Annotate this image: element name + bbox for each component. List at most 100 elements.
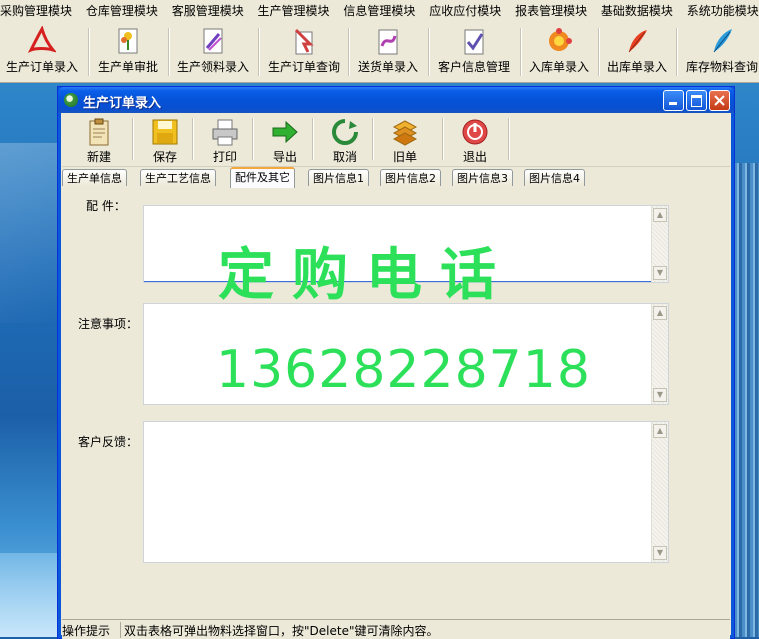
desktop-decoration	[734, 163, 759, 637]
toolbar-separator	[258, 28, 260, 76]
tab-strip: 生产单信息 生产工艺信息 配件及其它 图片信息1 图片信息2 图片信息3 图片信…	[62, 167, 730, 188]
toolbar-button-production-order-query[interactable]: 生产订单查询	[264, 24, 344, 78]
menu-item-reports[interactable]: 报表管理模块	[509, 0, 593, 22]
doc-pen-icon	[203, 28, 223, 54]
scrollbar[interactable]: ▲ ▼	[651, 206, 668, 282]
scroll-down-icon[interactable]: ▼	[653, 388, 667, 402]
export-button[interactable]: 导出	[256, 116, 314, 164]
cancel-label: 取消	[332, 150, 357, 164]
exit-label: 退出	[462, 150, 487, 164]
close-button[interactable]	[709, 90, 730, 111]
cancel-button[interactable]: 取消	[316, 116, 374, 164]
scrollbar[interactable]: ▲ ▼	[651, 422, 668, 562]
menu-item-purchase[interactable]: 采购管理模块	[0, 0, 78, 22]
toolbar-separator	[252, 118, 254, 160]
status-bar: 操作提示 双击表格可弹出物料选择窗口，按"Delete"键可清除内容。	[62, 619, 730, 639]
menu-item-base-data[interactable]: 基础数据模块	[595, 0, 679, 22]
print-button[interactable]: 打印	[196, 116, 254, 164]
export-label: 导出	[272, 150, 297, 164]
scroll-up-icon[interactable]: ▲	[653, 208, 667, 222]
parts-label: 配 件：	[86, 199, 126, 213]
toolbar-label: 生产订单查询	[267, 60, 340, 74]
toolbar-label: 客户信息管理	[437, 60, 510, 74]
tab-production-info[interactable]: 生产单信息	[62, 169, 127, 186]
notes-label: 注意事项：	[78, 317, 139, 331]
refresh-icon	[332, 119, 358, 145]
menu-item-customer-service[interactable]: 客服管理模块	[166, 0, 250, 22]
toolbar-button-stock-in-entry[interactable]: 入库单录入	[526, 24, 592, 78]
status-message: 双击表格可弹出物料选择窗口，按"Delete"键可清除内容。	[124, 624, 439, 638]
arrow-doc-icon	[294, 28, 314, 55]
window-toolbar: 新建 保存 打印 导出 取消 旧单 退出	[62, 114, 730, 167]
stack-boxes-icon	[392, 120, 418, 146]
menu-item-system[interactable]: 系统功能模块	[681, 0, 759, 22]
tab-image-1[interactable]: 图片信息1	[308, 169, 369, 186]
menu-item-receivables[interactable]: 应收应付模块	[423, 0, 507, 22]
window-titlebar[interactable]: 生产订单录入	[58, 87, 734, 113]
scroll-up-icon[interactable]: ▲	[653, 306, 667, 320]
power-icon	[462, 119, 488, 145]
toolbar-button-inventory-query[interactable]: 库存物料查询	[682, 24, 759, 78]
doc-check-icon	[464, 29, 484, 55]
tab-image-4[interactable]: 图片信息4	[524, 169, 585, 186]
app-icon	[64, 93, 78, 107]
feather-icon	[628, 30, 647, 53]
toolbar-separator	[192, 118, 194, 160]
toolbar-separator	[168, 28, 170, 76]
toolbar-separator	[508, 118, 510, 160]
feedback-label: 客户反馈：	[78, 435, 139, 449]
printer-icon	[212, 119, 238, 146]
new-label: 新建	[86, 150, 111, 164]
old-order-button[interactable]: 旧单	[376, 116, 434, 164]
toolbar-label: 生产单审批	[97, 60, 158, 74]
toolbar-separator	[598, 28, 600, 76]
scroll-down-icon[interactable]: ▼	[653, 546, 667, 560]
minimize-button[interactable]	[663, 90, 684, 111]
overlay-phone-number: 13628228718	[216, 340, 591, 400]
toolbar-separator	[88, 28, 90, 76]
toolbar-separator	[132, 118, 134, 160]
desktop-decoration	[0, 553, 60, 637]
maximize-button[interactable]	[686, 90, 707, 111]
toolbar-separator	[428, 28, 430, 76]
scroll-down-icon[interactable]: ▼	[653, 266, 667, 280]
green-arrow-icon	[272, 120, 298, 144]
maximize-icon	[691, 95, 702, 107]
tab-parts-other[interactable]: 配件及其它	[230, 167, 295, 188]
toolbar-label: 生产订单录入	[5, 60, 78, 74]
print-label: 打印	[212, 150, 237, 164]
toolbar-separator	[372, 118, 374, 160]
toolbar-separator	[676, 28, 678, 76]
scrollbar[interactable]: ▲ ▼	[651, 304, 668, 404]
tab-image-2[interactable]: 图片信息2	[380, 169, 441, 186]
pdf-icon	[28, 26, 56, 53]
toolbar-button-customer-management[interactable]: 客户信息管理	[434, 24, 514, 78]
save-button[interactable]: 保存	[136, 116, 194, 164]
toolbar-label: 送货单录入	[357, 60, 418, 74]
toolbar-separator	[312, 118, 314, 160]
status-label: 操作提示	[62, 622, 121, 638]
feedback-textarea[interactable]: ▲ ▼	[143, 421, 669, 563]
window-title: 生产订单录入	[83, 96, 162, 111]
new-button[interactable]: 新建	[70, 116, 128, 164]
menu-item-production[interactable]: 生产管理模块	[252, 0, 336, 22]
toolbar-button-material-requisition[interactable]: 生产领料录入	[174, 24, 252, 78]
menu-item-warehouse[interactable]: 仓库管理模块	[80, 0, 164, 22]
main-toolbar: 生产订单录入 生产单审批 生产领料录入 生产订单查询 送货单录入 客户信息管理 …	[0, 22, 759, 83]
toolbar-label: 入库单录入	[528, 60, 589, 74]
clipboard-icon	[89, 118, 109, 146]
flower-doc-icon	[118, 28, 138, 54]
menu-item-information[interactable]: 信息管理模块	[337, 0, 421, 22]
toolbar-separator	[520, 28, 522, 76]
toolbar-button-stock-out-entry[interactable]: 出库单录入	[604, 24, 670, 78]
scroll-up-icon[interactable]: ▲	[653, 424, 667, 438]
toolbar-button-delivery-entry[interactable]: 送货单录入	[354, 24, 422, 78]
tab-image-3[interactable]: 图片信息3	[452, 169, 513, 186]
toolbar-separator	[348, 28, 350, 76]
quill-icon	[713, 29, 732, 53]
exit-button[interactable]: 退出	[446, 116, 504, 164]
toolbar-button-production-approval[interactable]: 生产单审批	[94, 24, 162, 78]
toolbar-button-production-order-entry[interactable]: 生产订单录入	[2, 24, 82, 78]
tab-process-info[interactable]: 生产工艺信息	[140, 169, 216, 186]
close-icon	[714, 95, 725, 106]
